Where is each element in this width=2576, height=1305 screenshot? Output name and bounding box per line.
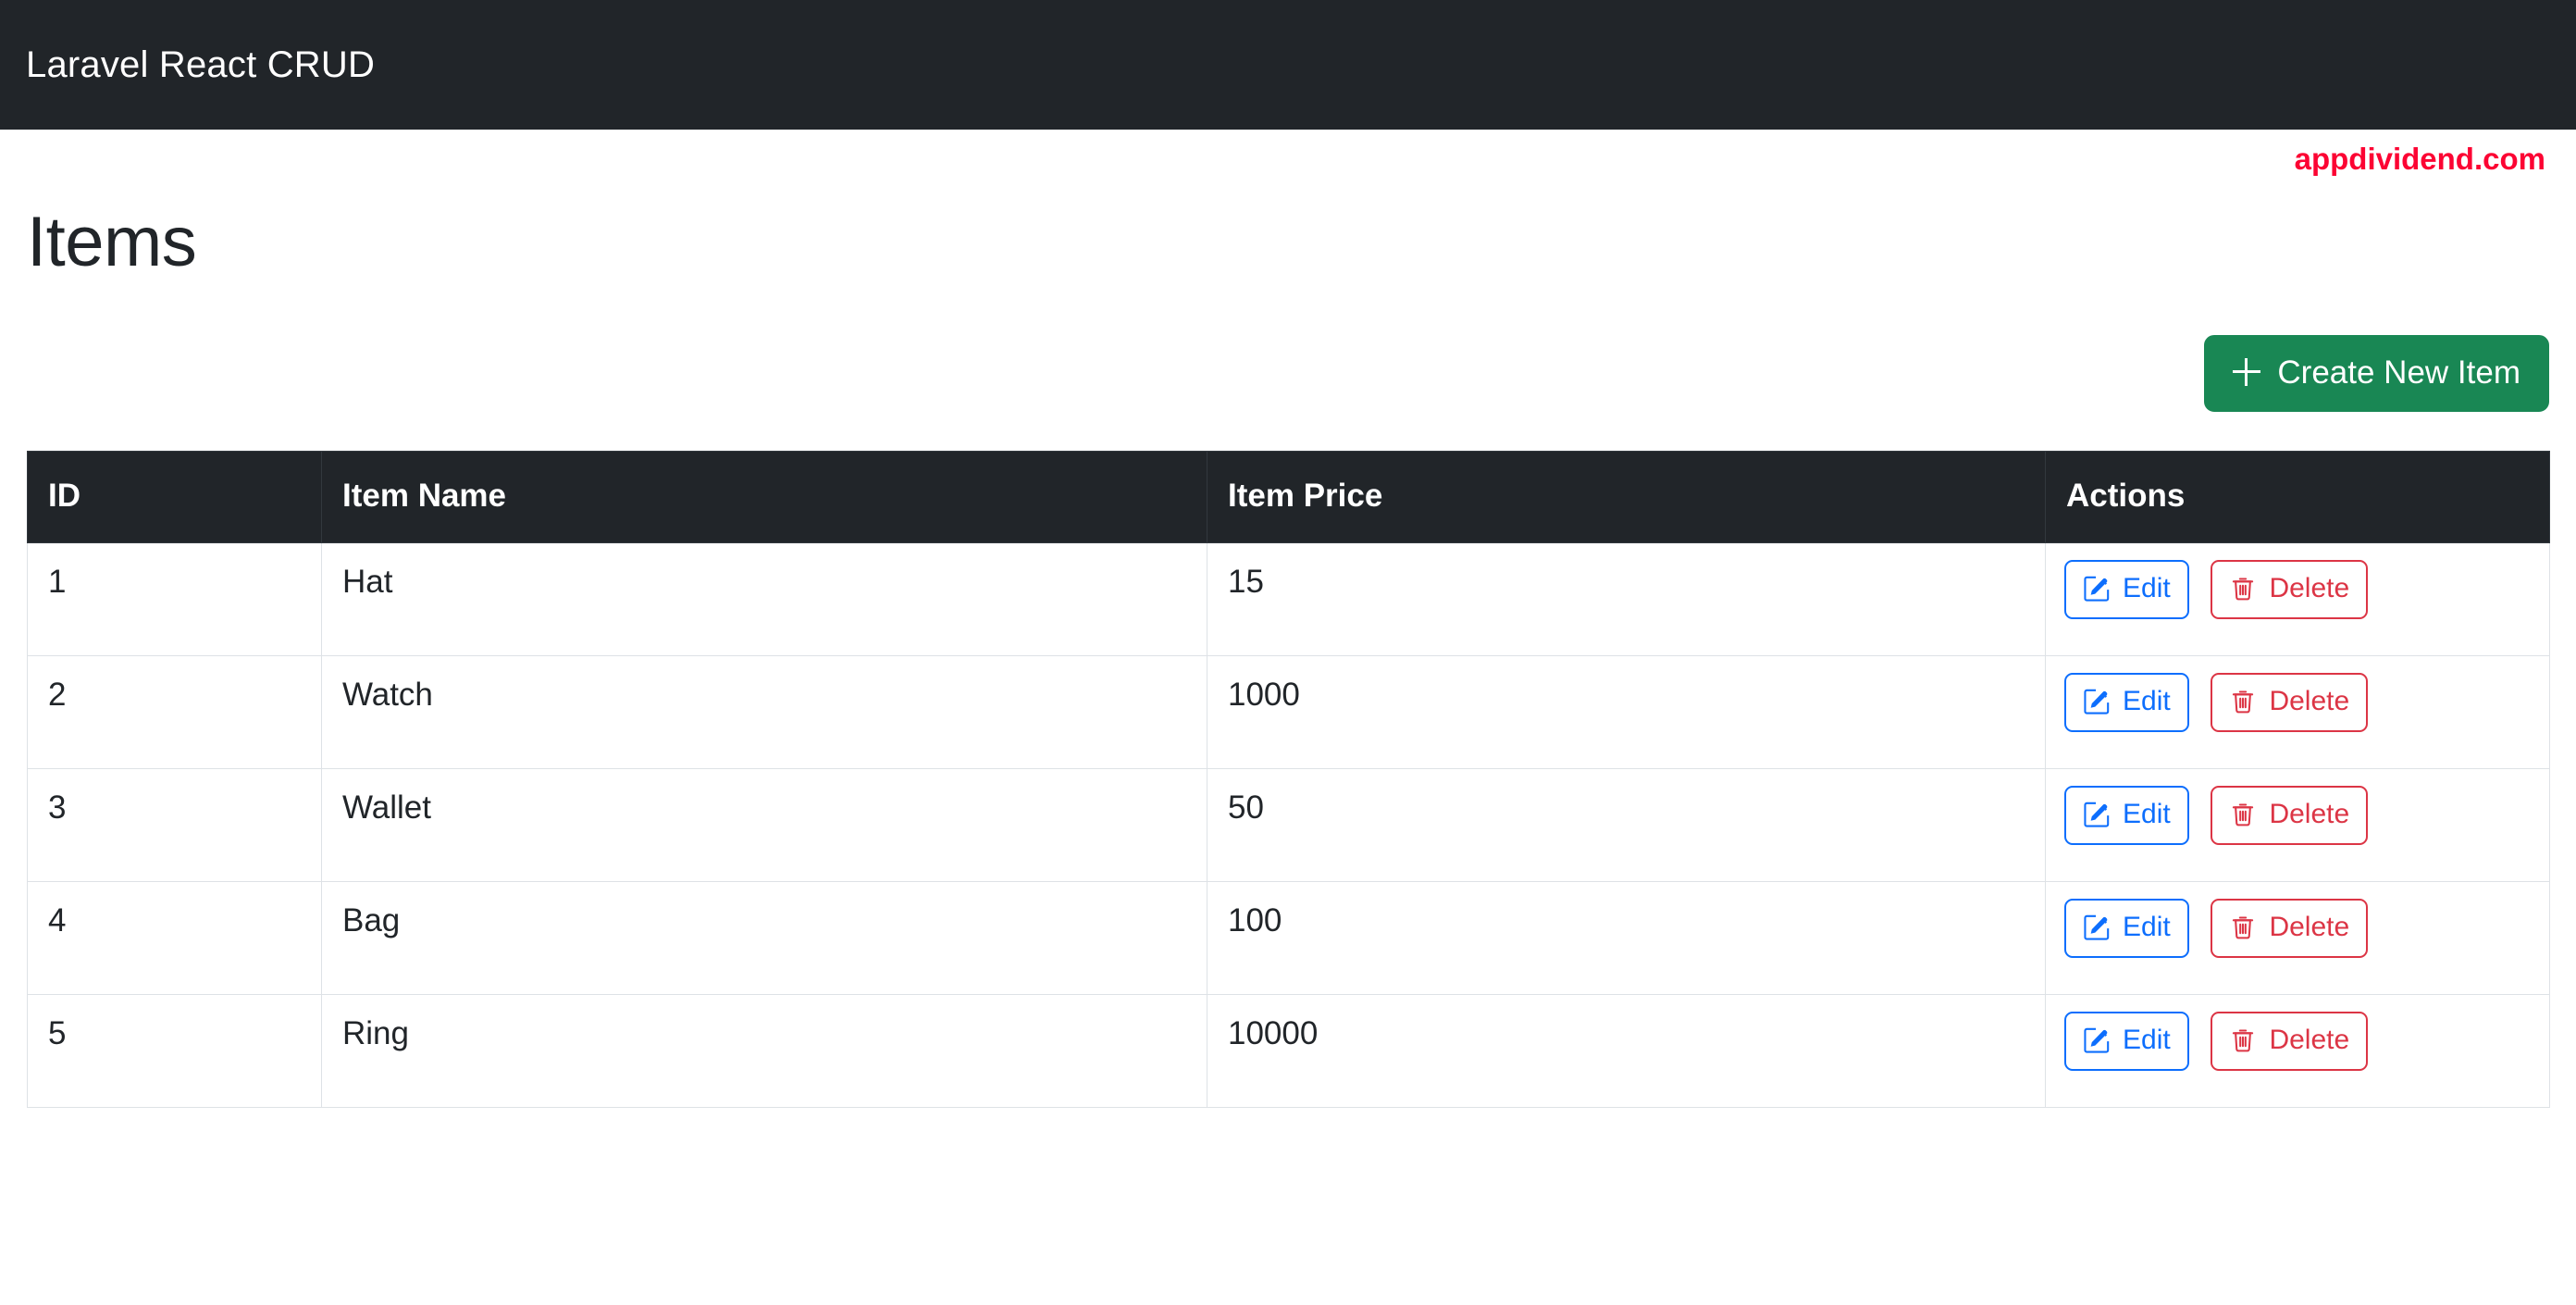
plus-icon bbox=[2233, 358, 2261, 387]
page-container: appdividend.com Items Create New Item ID… bbox=[0, 130, 2576, 1108]
edit-button-label: Edit bbox=[2123, 572, 2171, 603]
page-title: Items bbox=[27, 203, 197, 281]
table-header-row: ID Item Name Item Price Actions bbox=[27, 450, 2550, 543]
cell-item-price: 1000 bbox=[1207, 654, 2046, 769]
cell-id: 2 bbox=[27, 654, 322, 769]
site-watermark: appdividend.com bbox=[2294, 141, 2545, 176]
edit-button[interactable]: Edit bbox=[2064, 785, 2189, 845]
cell-item-name: Watch bbox=[321, 654, 1208, 769]
cell-actions: Edit Delete bbox=[2045, 993, 2550, 1108]
pencil-square-icon bbox=[2083, 688, 2111, 715]
delete-button-label: Delete bbox=[2269, 685, 2350, 716]
trash-icon bbox=[2229, 688, 2257, 715]
cell-actions: Edit Delete bbox=[2045, 654, 2550, 769]
edit-button[interactable]: Edit bbox=[2064, 672, 2189, 732]
create-new-item-button[interactable]: Create New Item bbox=[2204, 334, 2549, 412]
cell-actions: Edit Delete bbox=[2045, 541, 2550, 656]
delete-button-label: Delete bbox=[2269, 1024, 2350, 1055]
delete-button[interactable]: Delete bbox=[2211, 1011, 2369, 1071]
edit-button-label: Edit bbox=[2123, 685, 2171, 716]
delete-button[interactable]: Delete bbox=[2211, 559, 2369, 619]
edit-button[interactable]: Edit bbox=[2064, 1011, 2189, 1071]
cell-item-name: Bag bbox=[321, 880, 1208, 995]
cell-actions: Edit Delete bbox=[2045, 767, 2550, 882]
table-row: 4 Bag 100 Edit Delete bbox=[27, 880, 2550, 995]
items-table-body: 1 Hat 15 Edit Delete 2 Watch 1000 Edit D… bbox=[27, 541, 2550, 1108]
top-navbar: Laravel React CRUD bbox=[0, 0, 2576, 130]
pencil-square-icon bbox=[2083, 914, 2111, 941]
delete-button[interactable]: Delete bbox=[2211, 672, 2369, 732]
cell-id: 4 bbox=[27, 880, 322, 995]
trash-icon bbox=[2229, 1026, 2257, 1054]
pencil-square-icon bbox=[2083, 801, 2111, 828]
watermark-row: appdividend.com bbox=[27, 130, 2549, 187]
pencil-square-icon bbox=[2083, 1026, 2111, 1054]
cell-id: 1 bbox=[27, 541, 322, 656]
column-header-id: ID bbox=[27, 450, 322, 543]
trash-icon bbox=[2229, 575, 2257, 603]
edit-button[interactable]: Edit bbox=[2064, 898, 2189, 958]
delete-button-label: Delete bbox=[2269, 911, 2350, 942]
column-header-name: Item Name bbox=[321, 450, 1208, 543]
edit-button-label: Edit bbox=[2123, 911, 2171, 942]
cell-item-price: 50 bbox=[1207, 767, 2046, 882]
cell-item-name: Wallet bbox=[321, 767, 1208, 882]
cell-actions: Edit Delete bbox=[2045, 880, 2550, 995]
column-header-actions: Actions bbox=[2045, 450, 2550, 543]
navbar-brand[interactable]: Laravel React CRUD bbox=[26, 46, 375, 83]
cell-item-price: 15 bbox=[1207, 541, 2046, 656]
cell-item-price: 10000 bbox=[1207, 993, 2046, 1108]
cell-item-price: 100 bbox=[1207, 880, 2046, 995]
table-row: 3 Wallet 50 Edit Delete bbox=[27, 767, 2550, 882]
delete-button[interactable]: Delete bbox=[2211, 785, 2369, 845]
column-header-price: Item Price bbox=[1207, 450, 2046, 543]
trash-icon bbox=[2229, 801, 2257, 828]
cell-id: 5 bbox=[27, 993, 322, 1108]
table-row: 1 Hat 15 Edit Delete bbox=[27, 541, 2550, 656]
items-table: ID Item Name Item Price Actions 1 Hat 15… bbox=[27, 450, 2550, 1108]
delete-button-label: Delete bbox=[2269, 572, 2350, 603]
pencil-square-icon bbox=[2083, 575, 2111, 603]
trash-icon bbox=[2229, 914, 2257, 941]
edit-button-label: Edit bbox=[2123, 798, 2171, 829]
edit-button-label: Edit bbox=[2123, 1024, 2171, 1055]
cell-item-name: Hat bbox=[321, 541, 1208, 656]
create-new-item-label: Create New Item bbox=[2277, 354, 2520, 391]
toolbar: Create New Item bbox=[27, 281, 2549, 451]
table-row: 2 Watch 1000 Edit Delete bbox=[27, 654, 2550, 769]
items-table-head: ID Item Name Item Price Actions bbox=[27, 450, 2550, 543]
delete-button-label: Delete bbox=[2269, 798, 2350, 829]
delete-button[interactable]: Delete bbox=[2211, 898, 2369, 958]
cell-id: 3 bbox=[27, 767, 322, 882]
edit-button[interactable]: Edit bbox=[2064, 559, 2189, 619]
table-row: 5 Ring 10000 Edit Delete bbox=[27, 993, 2550, 1108]
cell-item-name: Ring bbox=[321, 993, 1208, 1108]
